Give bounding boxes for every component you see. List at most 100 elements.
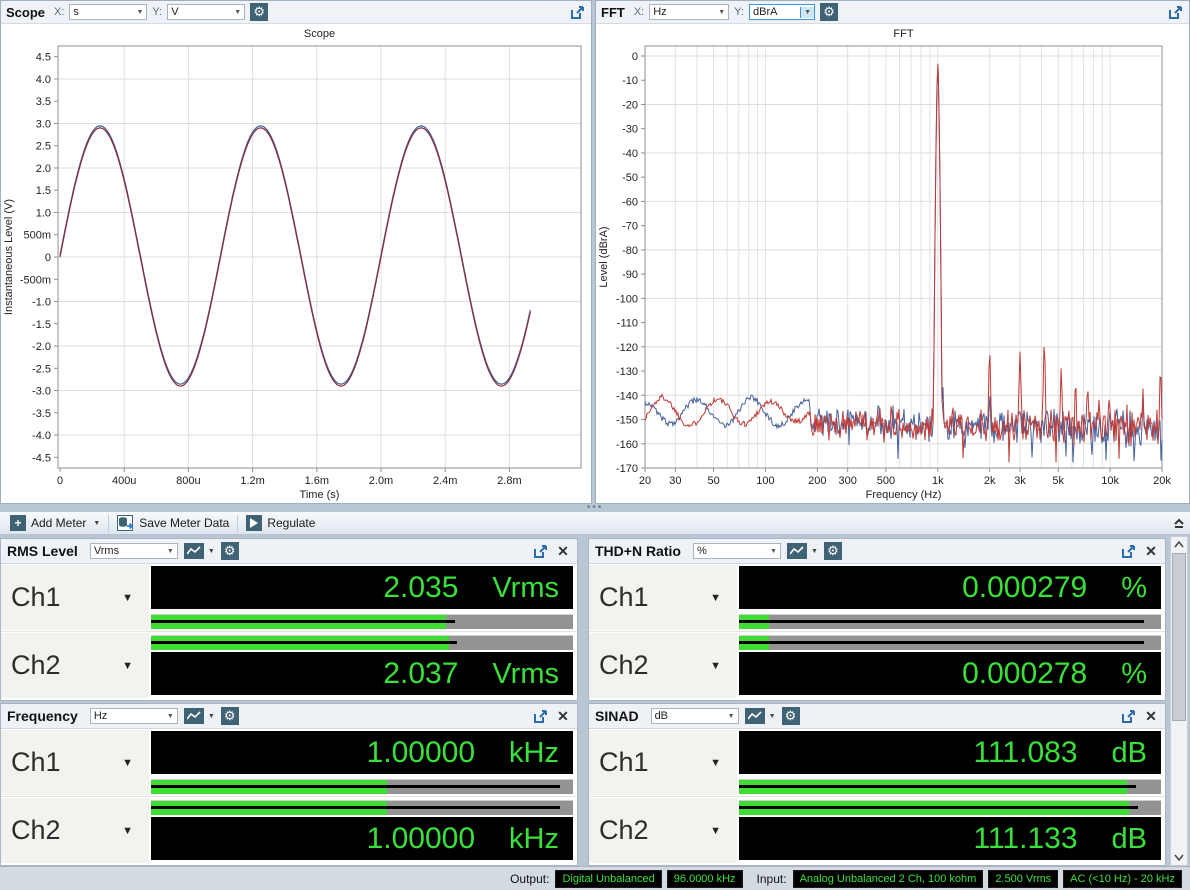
chevron-down-icon: ▼ [93, 520, 100, 527]
frequency-close-icon[interactable]: ✕ [555, 708, 571, 724]
sinad-popout-icon[interactable] [1121, 708, 1137, 724]
chevron-down-icon: ▼ [710, 825, 721, 837]
thdn-unit-select[interactable]: %▼ [693, 543, 781, 559]
fft-panel-header: FFT X: Hz▼ Y: dBrA▼ ⚙ [596, 1, 1189, 24]
sinad-close-icon[interactable]: ✕ [1143, 708, 1159, 724]
sinad-settings-gear-icon[interactable]: ⚙ [782, 707, 800, 725]
collapse-meters-icon[interactable] [1172, 515, 1186, 531]
svg-text:-10: -10 [622, 75, 638, 87]
fft-popout-icon[interactable] [1168, 4, 1184, 20]
sinad-ch1-row: Ch1▼ 111.083dB [589, 729, 1165, 796]
svg-text:-70: -70 [622, 221, 638, 233]
horizontal-splitter[interactable]: ••• [0, 504, 1190, 512]
scrollbar-thumb[interactable] [1172, 553, 1186, 721]
fft-panel: FFT X: Hz▼ Y: dBrA▼ ⚙ FFT0-10-20-30-40-5… [595, 0, 1190, 504]
meters-scrollbar[interactable] [1170, 536, 1188, 866]
chevron-down-icon: ▼ [122, 660, 133, 672]
sinad-ch1-value-display: 111.083dB [739, 731, 1161, 774]
rms-settings-gear-icon[interactable]: ⚙ [221, 542, 239, 560]
svg-text:-40: -40 [622, 148, 638, 160]
frequency-title: Frequency [7, 708, 78, 724]
chevron-down-icon: ▼ [811, 548, 818, 555]
toolbar-separator [237, 515, 238, 532]
svg-text:3.5: 3.5 [36, 96, 51, 108]
thdn-ch2-selector[interactable]: Ch2▼ [589, 633, 737, 698]
svg-text:-1.0: -1.0 [32, 297, 51, 309]
fft-settings-gear-icon[interactable]: ⚙ [820, 3, 838, 21]
svg-text:-20: -20 [622, 99, 638, 111]
scope-settings-gear-icon[interactable]: ⚙ [250, 3, 268, 21]
thdn-ch1-selector[interactable]: Ch1▼ [589, 565, 737, 630]
status-badge: 2.500 Vrms [988, 870, 1058, 888]
svg-text:800u: 800u [176, 475, 200, 487]
frequency-ch1-selector[interactable]: Ch1▼ [1, 730, 149, 795]
frequency-ch1-value-display: 1.00000kHz [151, 731, 573, 774]
frequency-unit-select[interactable]: Hz▼ [90, 708, 178, 724]
thdn-popout-icon[interactable] [1121, 543, 1137, 559]
frequency-ch2-value-display: 1.00000kHz [151, 817, 573, 860]
svg-text:-3.0: -3.0 [32, 386, 51, 398]
thdn-title: THD+N Ratio [595, 543, 681, 559]
thdn-chart-view-button[interactable]: ▼ [787, 543, 818, 559]
svg-text:1.2m: 1.2m [240, 475, 264, 487]
scroll-down-icon[interactable] [1171, 850, 1187, 865]
scope-y-axis-label: Y: [152, 6, 162, 18]
svg-text:4.0: 4.0 [36, 74, 51, 86]
scope-popout-icon[interactable] [570, 4, 586, 20]
fft-y-unit-select[interactable]: dBrA▼ [749, 4, 815, 20]
rms-level-title: RMS Level [7, 543, 78, 559]
regulate-button[interactable]: Regulate [239, 513, 322, 534]
svg-text:-140: -140 [616, 390, 638, 402]
thdn-close-icon[interactable]: ✕ [1143, 543, 1159, 559]
svg-text:-4.0: -4.0 [32, 430, 51, 442]
svg-text:0: 0 [57, 475, 63, 487]
svg-text:20k: 20k [1153, 475, 1171, 487]
sinad-ch1-selector[interactable]: Ch1▼ [589, 730, 737, 795]
sinad-ch2-selector[interactable]: Ch2▼ [589, 798, 737, 863]
status-badge: AC (<10 Hz) - 20 kHz [1063, 870, 1182, 888]
rms-ch1-selector[interactable]: Ch1▼ [1, 565, 149, 630]
scope-x-unit-select[interactable]: s▼ [69, 4, 147, 20]
svg-text:-80: -80 [622, 245, 638, 257]
svg-text:-2.0: -2.0 [32, 341, 51, 353]
svg-text:4.5: 4.5 [36, 52, 51, 64]
svg-text:-60: -60 [622, 196, 638, 208]
fft-x-axis-label: X: [634, 6, 644, 18]
sinad-chart-view-button[interactable]: ▼ [745, 708, 776, 724]
rms-popout-icon[interactable] [533, 543, 549, 559]
rms-chart-view-button[interactable]: ▼ [184, 543, 215, 559]
rms-unit-select[interactable]: Vrms▼ [90, 543, 178, 559]
input-label: Input: [757, 872, 787, 886]
svg-text:500m: 500m [23, 230, 51, 242]
chevron-down-icon: ▼ [800, 7, 814, 18]
sinad-header: SINAD dB▼ ▼ ⚙ ✕ [589, 704, 1165, 729]
frequency-popout-icon[interactable] [533, 708, 549, 724]
rms-close-icon[interactable]: ✕ [555, 543, 571, 559]
svg-text:Instantaneous Level (V): Instantaneous Level (V) [3, 199, 15, 315]
frequency-ch2-selector[interactable]: Ch2▼ [1, 798, 149, 863]
save-meter-data-button[interactable]: Save Meter Data [110, 513, 236, 534]
thdn-ch1-value-display: 0.000279% [739, 566, 1161, 609]
frequency-chart-view-button[interactable]: ▼ [184, 708, 215, 724]
add-meter-button[interactable]: + Add Meter ▼ [3, 513, 107, 534]
svg-text:-120: -120 [616, 342, 638, 354]
fft-x-unit-select[interactable]: Hz▼ [649, 4, 729, 20]
output-label: Output: [510, 872, 549, 886]
line-chart-icon [745, 708, 765, 724]
apx500-meters-view: Scope X: s▼ Y: V▼ ⚙ Scope4.54.03.53.02.5… [0, 0, 1190, 890]
scope-y-unit-select[interactable]: V▼ [167, 4, 245, 20]
frequency-settings-gear-icon[interactable]: ⚙ [221, 707, 239, 725]
scroll-up-icon[interactable] [1171, 537, 1187, 552]
sinad-unit-select[interactable]: dB▼ [651, 708, 739, 724]
thdn-settings-gear-icon[interactable]: ⚙ [824, 542, 842, 560]
svg-text:-170: -170 [616, 463, 638, 475]
rms-ch2-selector[interactable]: Ch2▼ [1, 633, 149, 698]
svg-text:1.6m: 1.6m [305, 475, 329, 487]
thdn-ratio-meter-panel: THD+N Ratio %▼ ▼ ⚙ ✕ Ch1▼ 0.000279% Ch [588, 538, 1166, 701]
sinad-title: SINAD [595, 708, 639, 724]
svg-text:300: 300 [839, 475, 857, 487]
thdn-ch1-level-bar [739, 614, 1161, 629]
sinad-ch2-level-bar [739, 800, 1161, 815]
chevron-down-icon: ▼ [167, 548, 174, 555]
svg-text:FFT: FFT [893, 28, 913, 40]
